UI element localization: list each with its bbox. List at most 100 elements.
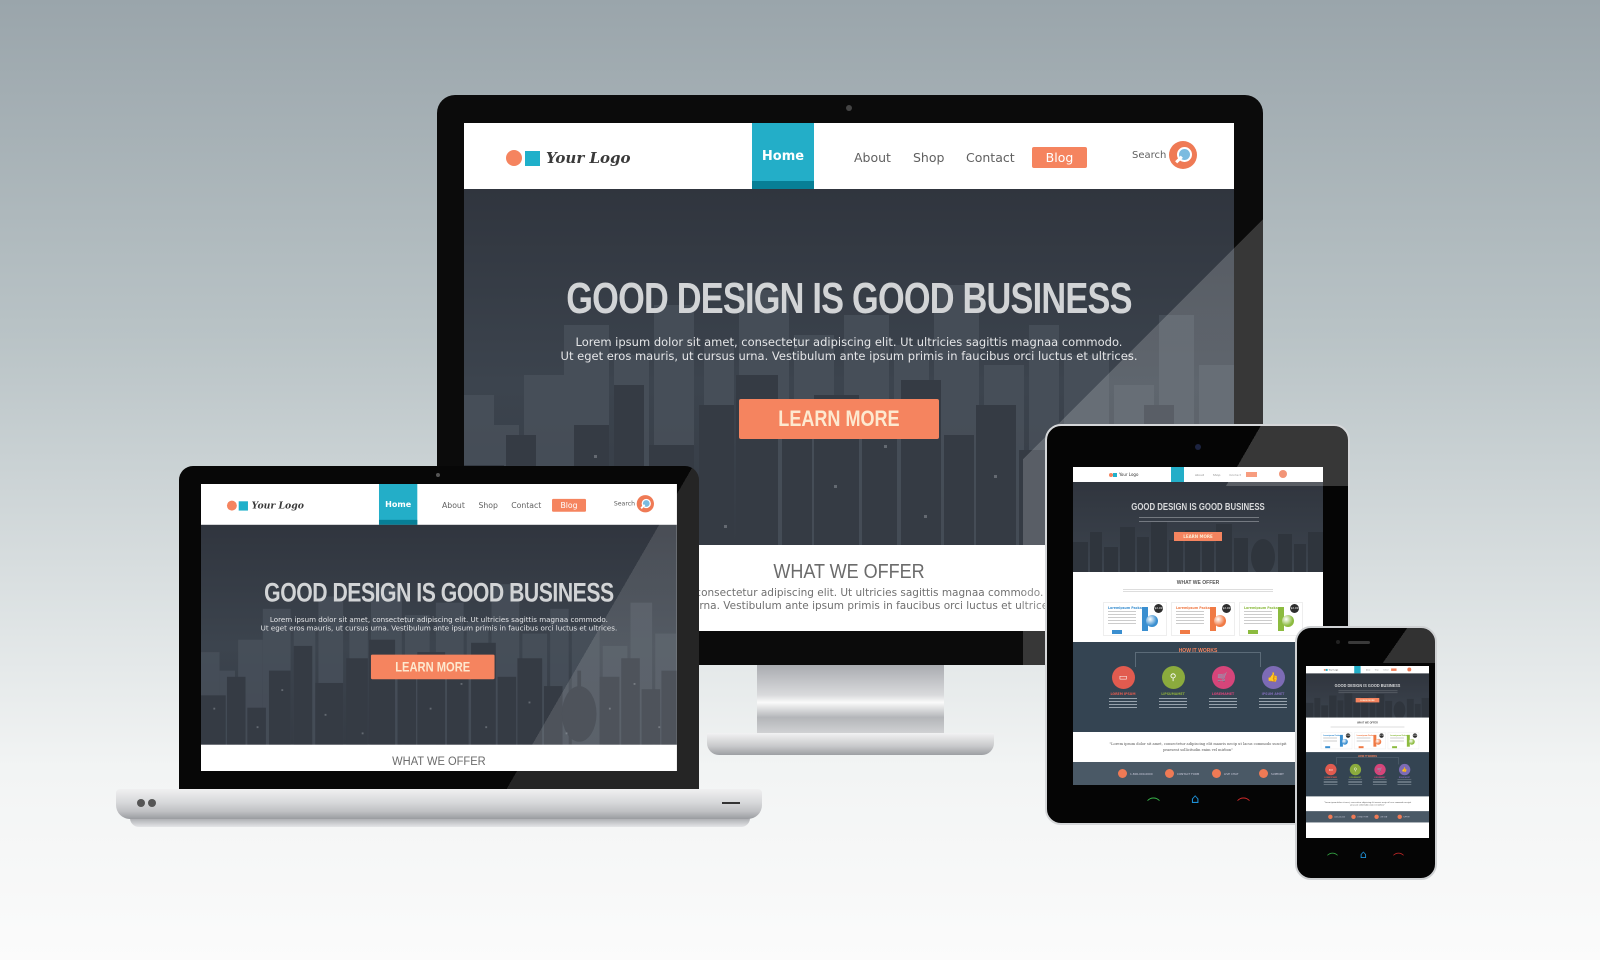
laptop-camera [436,473,440,477]
logo-text: Your Logo [1328,668,1339,671]
search-icon[interactable] [636,495,654,513]
nav-about[interactable]: About [442,501,465,510]
how-it-works-section: HOW IT WORKS ▭ LOREM IPSUM ⚲ LIPSUMAMET 🛒 LOR… [1306,752,1429,797]
search-icon[interactable] [1407,667,1412,672]
package-button[interactable] [1358,746,1364,749]
package-title: Loremipsum Package [1244,606,1283,610]
nav-home[interactable]: Home [752,123,814,189]
step-description [1323,779,1338,785]
nav-links[interactable]: About Shop Contact [1195,473,1241,477]
package-title: Loremipsum Package [1176,606,1215,610]
logo-text: Your Logo [1119,472,1139,477]
step-label: IPSUM AMET [1398,776,1410,779]
search-icon: ⚲ [1161,666,1185,689]
site-header: Your Logo About Shop Contact [1073,467,1323,482]
package-description [1356,736,1371,744]
footer-item[interactable]: 1-800-000-0000 [1328,814,1345,820]
package-title: Loremipsum Package [1108,606,1147,610]
nav-blog[interactable]: Blog [1032,147,1087,168]
nav-home[interactable] [1171,467,1184,482]
nav-home[interactable] [1354,666,1361,674]
site-logo[interactable]: Your Logo [506,149,631,167]
package-button[interactable] [1392,746,1398,749]
laptop-slot [722,802,740,804]
learn-more-button[interactable]: LEARN MORE [1174,532,1222,541]
nav-about[interactable]: About [854,150,891,165]
step-label: LOREM IPSUM [1324,776,1337,779]
logo-text: Your Logo [546,149,631,167]
nav-blog[interactable] [1246,472,1257,477]
offer-text [1330,726,1405,728]
laptop: Your Logo Home About Shop Contact Blog S… [179,466,699,792]
footer-label: LIVE CHAT [1380,815,1388,818]
package-card[interactable]: Loremipsum Package $2.99 [1387,732,1420,750]
package-card[interactable]: Loremipsum Package $2.99 [1171,602,1235,636]
footer-label: CONTACT FORM [1177,771,1200,776]
package-card[interactable]: Loremipsum Package $2.99 [1320,732,1353,750]
chat-icon [1212,769,1221,778]
package-button[interactable] [1248,630,1258,634]
package-description [1244,611,1272,625]
footer-label: CONTACT FORM [1357,815,1369,818]
laptop-base [116,789,762,819]
step-item: ⚲ LIPSUMAMET [1153,666,1193,708]
hero-title: GOOD DESIGN IS GOOD BUSINESS [264,577,614,608]
price-badge: $2.99 [1379,733,1384,738]
hero-section: GOOD DESIGN IS GOOD BUSINESS LEARN MORE [1306,673,1429,718]
home-icon[interactable]: ⌂ [1191,792,1199,807]
call-icon[interactable]: ⌒ [1147,794,1160,813]
end-call-icon[interactable]: ⌒ [1393,850,1404,866]
site-logo[interactable]: Your Logo [226,500,304,511]
nav-contact[interactable]: Contact [511,501,541,510]
step-label: LOREM IPSUM [1110,692,1136,696]
site-logo[interactable]: Your Logo [1323,668,1339,671]
end-call-icon[interactable]: ⌒ [1237,794,1250,813]
website: Your Logo Home About Shop Contact Blog S… [201,484,677,771]
package-card[interactable]: Loremipsum Package $2.99 [1239,602,1303,636]
footer-item[interactable]: CONTACT FORM [1165,769,1199,778]
package-ball-icon [1146,615,1158,627]
footer-item[interactable]: LIVE CHAT [1374,814,1388,820]
call-icon[interactable]: ⌒ [1327,850,1338,866]
footer-item[interactable]: LIVE CHAT [1212,769,1238,778]
package-button[interactable] [1180,630,1190,634]
learn-more-button[interactable]: LEARN MORE [1355,697,1380,703]
footer-item[interactable]: SUPPORT [1397,814,1410,820]
step-label: LIPSUMAMET [1349,776,1362,779]
laptop-indicator-lights [137,799,156,807]
laptop-icon: ▭ [1324,763,1337,776]
nav-shop[interactable]: Shop [913,150,944,165]
how-it-works-section: HOW IT WORKS ▭ LOREM IPSUM ⚲ LIPSUMAMET 🛒 LOR… [1073,642,1323,732]
package-card[interactable]: Loremipsum Package $2.99 [1354,732,1386,750]
nav-links[interactable]: About Shop Contact [1366,669,1389,671]
footer-item[interactable]: 1-800-000-0000 [1118,769,1153,778]
search-icon[interactable] [1279,470,1287,478]
nav-shop[interactable]: Shop [478,501,497,510]
search-icon[interactable] [1169,141,1197,169]
learn-more-button[interactable]: LEARN MORE [739,399,939,439]
smartphone: Your Logo About Shop Contact GOOD DESIGN… [1295,626,1437,880]
footer-item[interactable]: CONTACT FORM [1351,814,1369,820]
connector-lines [1135,652,1261,667]
home-icon[interactable]: ⌂ [1360,848,1367,861]
nav-blog[interactable] [1391,668,1397,671]
hero-text: Lorem ipsum dolor sit amet, consectetur … [464,335,1234,363]
step-item: ⚲ LIPSUMAMET [1345,763,1365,785]
package-card[interactable]: Loremipsum Package $2.99 [1103,602,1167,636]
package-button[interactable] [1112,630,1122,634]
learn-more-button[interactable]: LEARN MORE [370,654,495,680]
site-logo[interactable]: Your Logo [1109,472,1138,477]
step-label: IPSUM AMET [1261,692,1285,696]
footer-item[interactable]: SUPPORT [1259,769,1284,778]
nav-home[interactable]: Home [378,484,418,525]
step-item: 👍 IPSUM AMET [1395,763,1415,785]
step-description [1348,779,1363,785]
nav-contact[interactable]: Contact [966,150,1015,165]
hero-text-line-2: Ut eget eros mauris, ut cursus urna. Ves… [560,349,1138,363]
phone-icon [1118,769,1127,778]
lightbulb-icon [1259,769,1268,778]
footer-label: SUPPORT [1271,771,1284,776]
package-button[interactable] [1325,746,1331,749]
site-header: Your Logo Home About Shop Contact Blog S… [201,484,677,525]
nav-blog[interactable]: Blog [552,498,587,512]
